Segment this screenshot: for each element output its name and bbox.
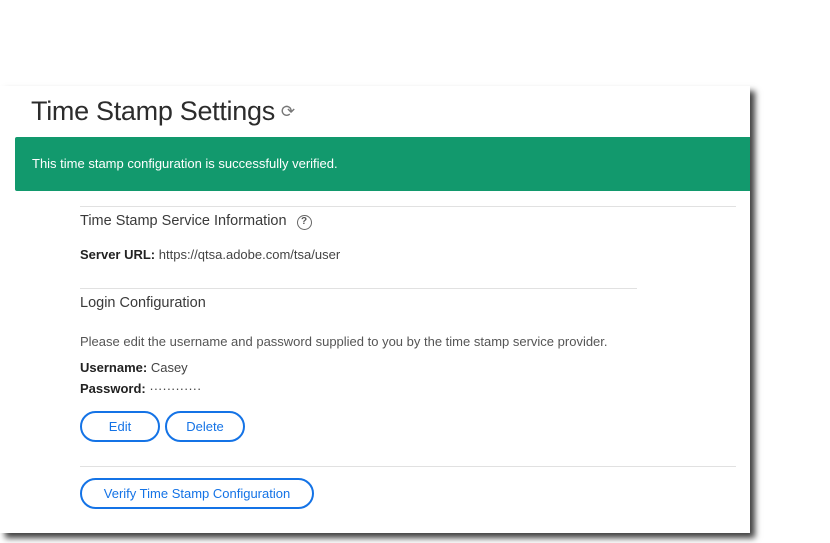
- edit-button[interactable]: Edit: [80, 411, 160, 442]
- username-row: Username: Casey: [80, 360, 188, 375]
- divider: [80, 206, 736, 207]
- username-value: Casey: [150, 360, 188, 375]
- divider: [80, 288, 637, 289]
- server-url-label: Server URL:: [80, 247, 156, 262]
- login-heading: Login Configuration: [80, 295, 206, 311]
- delete-button[interactable]: Delete: [165, 411, 245, 442]
- success-banner: This time stamp configuration is success…: [15, 137, 750, 191]
- password-value: ············: [149, 381, 202, 396]
- divider: [80, 466, 736, 467]
- verify-button[interactable]: Verify Time Stamp Configuration: [80, 478, 314, 509]
- password-row: Password: ············: [80, 381, 201, 396]
- help-icon[interactable]: ?: [296, 215, 312, 230]
- refresh-icon[interactable]: ⟳: [281, 102, 295, 122]
- server-url-value: https://qtsa.adobe.com/tsa/user: [158, 247, 341, 262]
- service-heading-text: Time Stamp Service Information: [80, 213, 287, 229]
- page-title-text: Time Stamp Settings: [31, 96, 275, 126]
- service-heading: Time Stamp Service Information?: [80, 213, 312, 230]
- username-label: Username:: [80, 360, 148, 375]
- page-title: Time Stamp Settings ⟳: [31, 96, 295, 127]
- password-label: Password:: [80, 381, 146, 396]
- server-url-row: Server URL: https://qtsa.adobe.com/tsa/u…: [80, 247, 340, 262]
- login-description: Please edit the username and password su…: [80, 334, 608, 349]
